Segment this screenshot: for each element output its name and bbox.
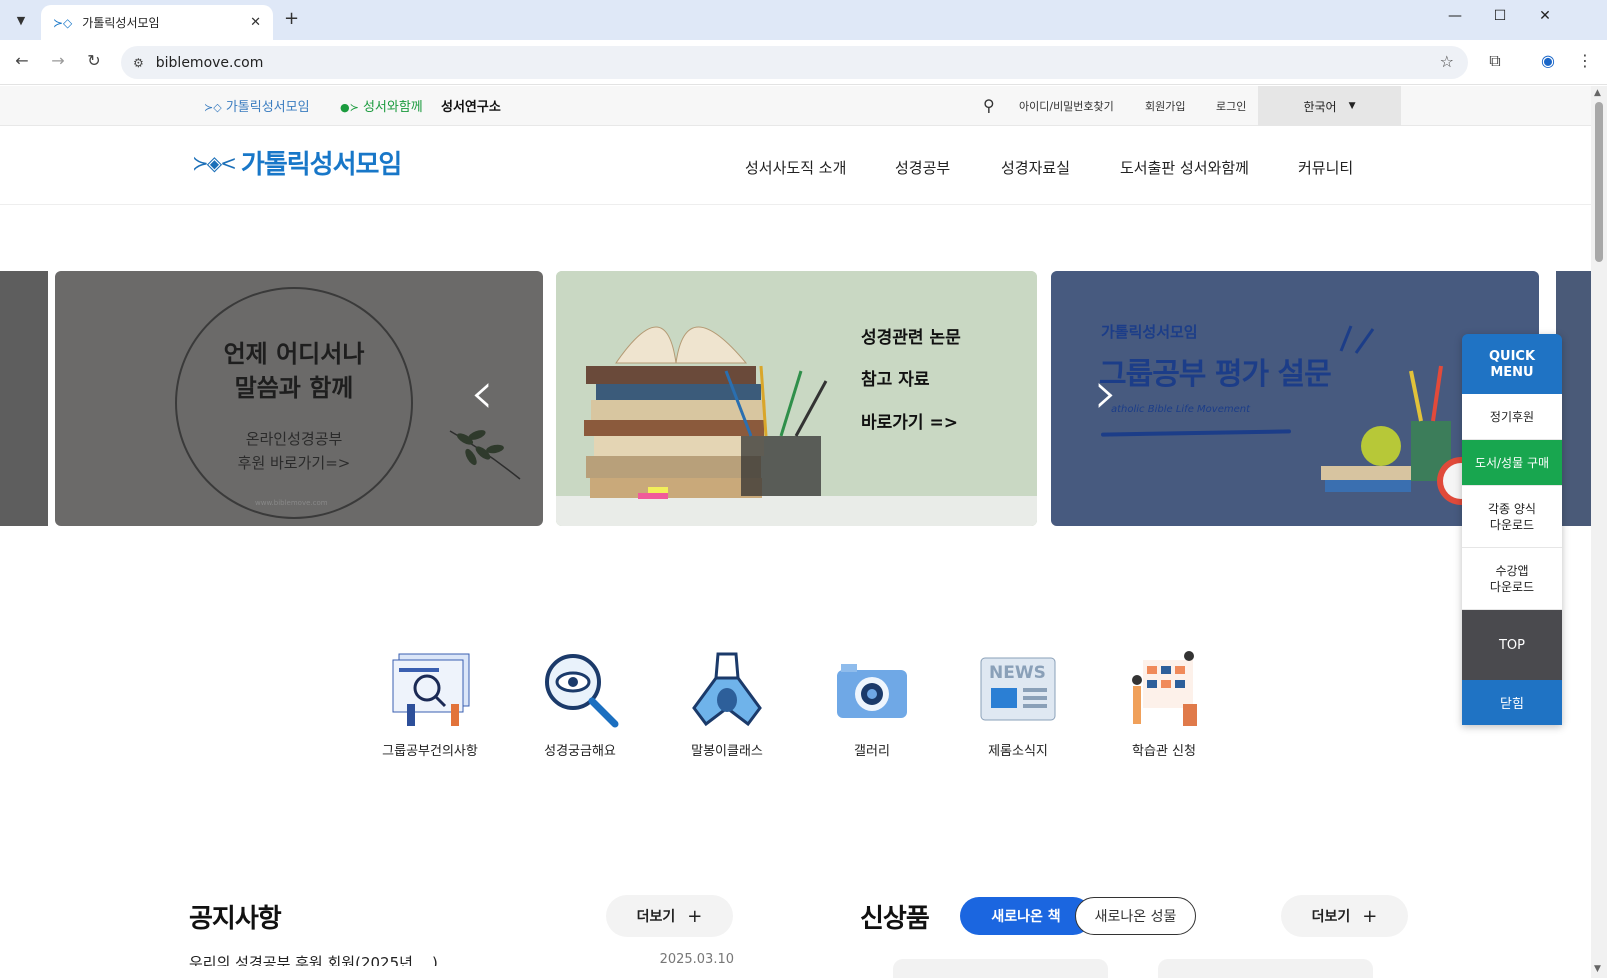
nav-about[interactable]: 성서사도직 소개 — [745, 157, 846, 178]
browser-tab[interactable]: ≻◇ 가톨릭성서모임 ✕ — [41, 5, 273, 40]
favicon-icon: ≻◇ — [53, 15, 73, 30]
camera-icon — [837, 664, 907, 718]
proposal-icon — [392, 653, 470, 726]
svg-text:NEWS: NEWS — [989, 663, 1046, 683]
slide-research-papers[interactable]: 성경관련 논문 참고 자료 바로가기 => — [556, 271, 1037, 526]
plus-icon: + — [1362, 905, 1378, 927]
fish-logo-icon: ≻◈< — [192, 150, 237, 175]
language-select[interactable]: 한국어 ▼ — [1258, 86, 1401, 126]
family-site-link[interactable]: 성서연구소 — [441, 96, 501, 115]
family-site-link[interactable]: ●≻ 성서와함께 — [340, 96, 423, 115]
caret-down-icon: ▼ — [1348, 101, 1356, 111]
products-more-button[interactable]: 더보기 + — [1281, 895, 1408, 937]
menu-kebab-icon[interactable]: ⋮ — [1574, 51, 1596, 70]
maximize-icon[interactable]: ☐ — [1488, 8, 1512, 24]
notice-title: 공지사항 — [189, 904, 282, 934]
slide2-line1: 성경관련 논문 — [861, 328, 961, 348]
slide1-watermark: www.biblemove.com — [255, 499, 328, 507]
slider-prev-icon[interactable]: ‹ — [470, 358, 494, 428]
scroll-down-icon[interactable]: ▼ — [1594, 964, 1601, 974]
site-logo[interactable]: ≻◈< 가톨릭성서모임 — [192, 144, 402, 181]
books-illustration — [556, 271, 1037, 526]
quick-shop[interactable]: 도서/성물 구매 — [1462, 440, 1562, 486]
quick-menu-title: QUICK MENU — [1462, 334, 1562, 394]
magnifier-eye-icon — [545, 654, 619, 728]
family-site-link[interactable]: ≻◇ 가톨릭성서모임 — [204, 96, 310, 115]
signup-link[interactable]: 회원가입 — [1145, 98, 1185, 114]
new-products-title: 신상품 — [860, 904, 930, 934]
browser-tabstrip: ▼ ≻◇ 가톨릭성서모임 ✕ + — ☐ ✕ — [0, 0, 1607, 40]
newspaper-icon: NEWS — [980, 657, 1056, 721]
notice-more-button[interactable]: 더보기 + — [606, 895, 733, 937]
notice-list-item[interactable]: 우리의 성경공부 후원 회원(2025년 ...) 2025.03.10 — [189, 952, 734, 966]
icon-menu-label: 그룹공부건의사항 — [382, 744, 478, 759]
login-link[interactable]: 로그인 — [1216, 98, 1246, 114]
quick-donation[interactable]: 정기후원 — [1462, 394, 1562, 440]
quick-forms-download[interactable]: 각종 양식 다운로드 — [1462, 486, 1562, 548]
tab-close-icon[interactable]: ✕ — [250, 15, 261, 30]
icon-menu-study-hall[interactable]: 학습관 신청 — [1101, 648, 1227, 759]
slide2-line2: 참고 자료 — [861, 370, 930, 390]
slide3-brand: 가톨릭성서모임 — [1101, 323, 1198, 341]
utility-bar: ≻◇ 가톨릭성서모임 ●≻ 성서와함께 성서연구소 ⚲ 아이디/비밀번호찾기 회… — [0, 86, 1591, 126]
icon-menu-label: 성경궁금해요 — [544, 744, 616, 759]
browser-toolbar: ← → ↻ ⚙ biblemove.com ☆ ⧉ ◉ ⋮ — [0, 40, 1607, 85]
slide-peek-left — [0, 271, 48, 526]
product-card[interactable] — [893, 959, 1108, 978]
address-bar[interactable]: ⚙ biblemove.com ☆ — [121, 46, 1468, 79]
page-scrollbar[interactable]: ▲ ▼ — [1591, 86, 1607, 978]
icon-menu-gallery[interactable]: 갤러리 — [809, 648, 935, 759]
nav-publishing[interactable]: 도서출판 성서와함께 — [1120, 157, 1249, 178]
icon-menu-questions[interactable]: 성경궁금해요 — [517, 648, 643, 759]
scrollbar-thumb[interactable] — [1595, 102, 1603, 262]
site-info-icon[interactable]: ⚙ — [133, 56, 144, 70]
minimize-icon[interactable]: — — [1443, 8, 1467, 24]
plus-icon: + — [687, 905, 703, 927]
nav-community[interactable]: 커뮤니티 — [1298, 157, 1353, 178]
scroll-up-icon[interactable]: ▲ — [1594, 88, 1601, 98]
slide3-title: 그룹공부 평가 설문 — [1099, 357, 1332, 392]
nav-resources[interactable]: 성경자료실 — [1001, 157, 1070, 178]
product-card[interactable] — [1158, 959, 1373, 978]
leaf-decoration-icon — [449, 430, 521, 480]
profile-icon[interactable]: ◉ — [1537, 51, 1559, 70]
fish-icon: ≻◇ — [204, 101, 222, 114]
tab-title: 가톨릭성서모임 — [82, 16, 160, 30]
window-close-icon[interactable]: ✕ — [1533, 8, 1557, 24]
slider-next-icon[interactable]: › — [1094, 358, 1118, 428]
find-account-link[interactable]: 아이디/비밀번호찾기 — [1019, 98, 1114, 114]
slide1-subtext: 온라인성경공부 후원 바로가기=> — [237, 430, 351, 472]
quick-top-button[interactable]: TOP — [1462, 610, 1562, 680]
slide2-line3: 바로가기 => — [861, 413, 958, 433]
tab-new-books[interactable]: 새로나온 책 — [960, 897, 1092, 935]
tab-new-goods[interactable]: 새로나온 성물 — [1075, 897, 1196, 935]
planner-board-icon — [1132, 651, 1197, 726]
quick-menu: QUICK MENU 정기후원 도서/성물 구매 각종 양식 다운로드 수강앱 … — [1462, 334, 1562, 725]
bookmark-star-icon[interactable]: ☆ — [1440, 52, 1454, 71]
icon-menu-class[interactable]: 말봉이클래스 — [664, 648, 790, 759]
hands-together-icon — [692, 652, 762, 727]
icon-menu-label: 학습관 신청 — [1132, 744, 1196, 759]
site-header: ≻◈< 가톨릭성서모임 성서사도직 소개 성경공부 성경자료실 도서출판 성서와… — [0, 126, 1591, 205]
forward-icon[interactable]: → — [46, 51, 70, 70]
icon-menu-label: 갤러리 — [854, 744, 890, 759]
icon-menu-suggestions[interactable]: 그룹공부건의사항 — [367, 648, 493, 759]
url-text: biblemove.com — [155, 54, 264, 71]
new-tab-icon[interactable]: + — [284, 8, 299, 29]
web-page: ≻◇ 가톨릭성서모임 ●≻ 성서와함께 성서연구소 ⚲ 아이디/비밀번호찾기 회… — [0, 86, 1591, 978]
back-icon[interactable]: ← — [10, 51, 34, 70]
slide1-heading: 언제 어디서나 말씀과 함께 — [223, 340, 365, 402]
quick-app-download[interactable]: 수강앱 다운로드 — [1462, 548, 1562, 610]
reload-icon[interactable]: ↻ — [82, 51, 106, 70]
quick-close-button[interactable]: 닫힘 — [1462, 680, 1562, 725]
icon-menu-label: 제롬소식지 — [988, 744, 1048, 759]
extensions-icon[interactable]: ⧉ — [1484, 51, 1506, 71]
nav-bible-study[interactable]: 성경공부 — [895, 157, 950, 178]
tab-search-icon[interactable]: ▼ — [8, 7, 34, 33]
search-icon[interactable]: ⚲ — [983, 96, 995, 115]
icon-menu-label: 말봉이클래스 — [691, 744, 763, 759]
fish-icon: ●≻ — [340, 101, 359, 114]
icon-menu-newsletter[interactable]: NEWS 제롬소식지 — [955, 648, 1081, 759]
slide3-subtitle: atholic Bible Life Movement — [1111, 404, 1251, 415]
